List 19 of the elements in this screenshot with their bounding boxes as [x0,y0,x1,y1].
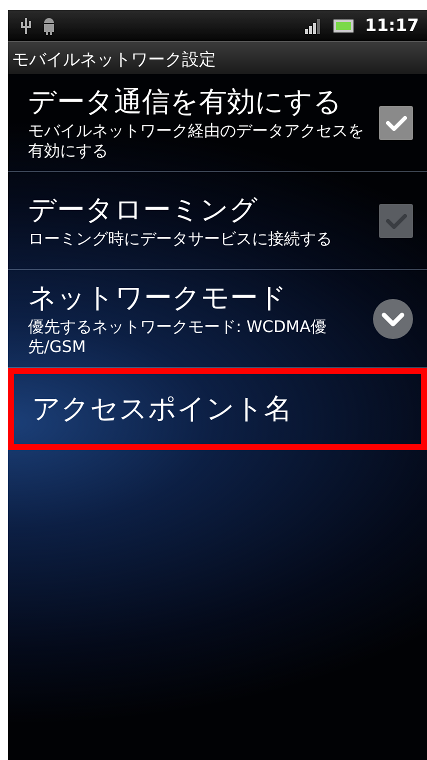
setting-summary: ローミング時にデータサービスに接続する [28,228,333,248]
setting-title: アクセスポイント名 [32,392,293,426]
setting-summary: 優先するネットワークモード: WCDMA優先/GSM [28,316,328,356]
android-icon [42,16,56,34]
setting-row[interactable]: データローミング ローミング時にデータサービスに接続する [8,172,427,270]
setting-row[interactable]: ネットワークモード 優先するネットワークモード: WCDMA優先/GSM [8,270,427,368]
chevron-down-icon[interactable] [373,298,413,338]
setting-row[interactable]: アクセスポイント名 [8,368,427,450]
battery-icon [332,18,355,32]
setting-row[interactable]: データ通信を有効にする モバイルネットワーク経由のデータアクセスを有効にする [8,74,427,172]
screen-title: モバイルネットワーク設定 [12,49,216,71]
clock-time: 11:17 [364,16,419,36]
setting-title: ネットワークモード [28,280,288,314]
checkbox[interactable] [379,204,413,238]
setting-title: データ通信を有効にする [28,84,343,118]
setting-summary: モバイルネットワーク経由のデータアクセスを有効にする [28,120,365,160]
setting-title: データローミング [28,192,259,226]
signal-icon [304,18,323,34]
checkbox[interactable] [379,106,413,140]
